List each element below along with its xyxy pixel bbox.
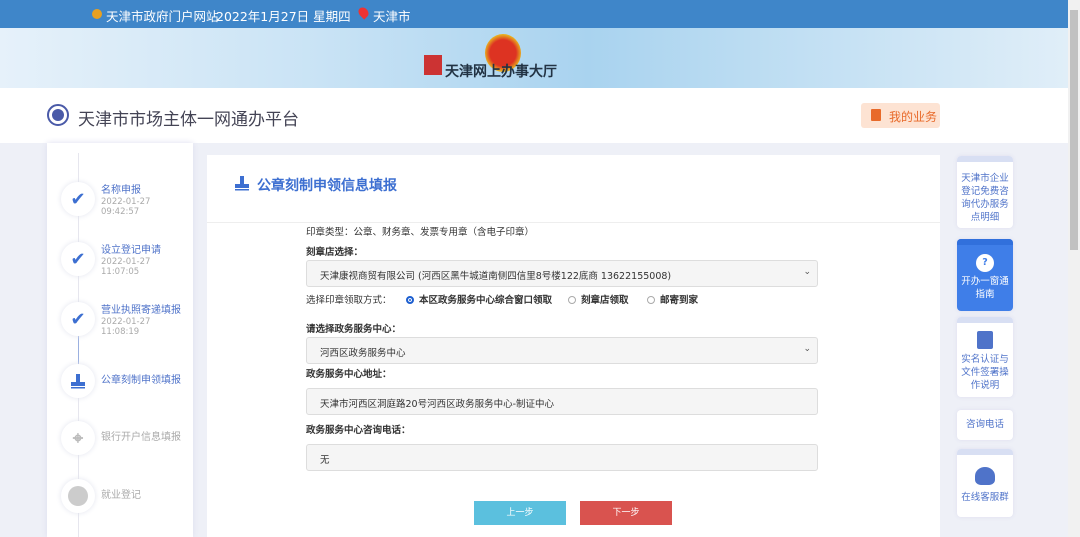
address-label: 政务服务中心地址：: [306, 369, 392, 380]
shop-label: 刻章店选择：: [306, 247, 364, 258]
step-2[interactable]: 设立登记申请 2022-01-27 11:07:05: [101, 245, 161, 277]
city-text[interactable]: 天津市: [373, 6, 411, 25]
stamp-icon: [235, 176, 249, 191]
form-panel: 公章刻制申领信息填报 印章类型：公章、财务章、发票专用章（含电子印章） 刻章店选…: [207, 155, 940, 537]
center-label: 请选择政务服务中心：: [306, 324, 402, 335]
portal-link[interactable]: 天津市政府门户网站: [106, 6, 219, 25]
center-select[interactable]: 河西区政务服务中心 ⌄: [306, 337, 818, 364]
scrollbar-thumb[interactable]: [1070, 10, 1078, 250]
phone-label: 政务服务中心咨询电话：: [306, 425, 411, 436]
location-icon: [356, 5, 371, 20]
pickup-option-mail[interactable]: 邮寄到家: [647, 292, 698, 306]
chevron-down-icon: ⌄: [803, 344, 811, 354]
step-1[interactable]: 名称申报 2022-01-27 09:42:57: [101, 185, 150, 217]
check-icon: ✔: [61, 302, 95, 336]
guide-link[interactable]: ? 开办一窗通指南: [957, 239, 1013, 311]
my-business-button[interactable]: 我的业务: [861, 103, 940, 128]
free-service-link[interactable]: 天津市企业登记免费咨询代办服务点明细: [957, 156, 1013, 228]
scrollbar[interactable]: [1068, 0, 1080, 537]
prev-button[interactable]: 上一步: [474, 501, 566, 525]
step-5[interactable]: 银行开户信息填报: [101, 432, 181, 444]
check-icon: ✔: [61, 182, 95, 216]
document-icon: [871, 109, 881, 121]
shop-select[interactable]: 天津康视商贸有限公司 (河西区黑牛城道南侧四信里8号楼122底商 1362215…: [306, 260, 818, 287]
question-icon: ?: [976, 254, 994, 272]
hall-seal-icon: [424, 55, 442, 75]
step-4[interactable]: 公章刻制申领填报: [101, 375, 181, 387]
address-field[interactable]: 天津市河西区洞庭路20号河西区政务服务中心-制证中心: [306, 388, 818, 415]
banner: 天津网上办事大厅: [0, 28, 1068, 88]
stamp-icon: [61, 364, 95, 398]
next-button[interactable]: 下一步: [580, 501, 672, 525]
service-group-link[interactable]: 在线客服群: [957, 449, 1013, 517]
step-3[interactable]: 营业执照寄递填报 2022-01-27 11:08:19: [101, 305, 181, 337]
phone-field[interactable]: 无: [306, 444, 818, 471]
top-bar: 天津市政府门户网站 2022年1月27日 星期四 天津市: [0, 0, 1068, 28]
date-text: 2022年1月27日 星期四: [216, 9, 351, 24]
my-business-label: 我的业务: [889, 110, 938, 124]
platform-logo-icon: [47, 104, 69, 126]
emblem-icon: [92, 9, 102, 19]
pickup-option-center[interactable]: 本区政务服务中心综合窗口领取: [406, 292, 552, 306]
book-icon: [977, 331, 993, 349]
page-title: 天津市市场主体一网通办平台: [78, 110, 299, 130]
pickup-label: 选择印章领取方式：: [306, 295, 392, 306]
chat-group-icon: [975, 467, 995, 485]
hall-title: 天津网上办事大厅: [445, 64, 557, 80]
form-title: 公章刻制申领信息填报: [257, 178, 397, 194]
briefcase-icon: [61, 479, 95, 513]
map-pin-icon: ⌖: [61, 421, 95, 455]
realname-guide-link[interactable]: 实名认证与文件签署操作说明: [957, 317, 1013, 397]
divider: [207, 222, 940, 223]
steps-sidebar: ✔ 名称申报 2022-01-27 09:42:57 ✔ 设立登记申请 2022-01…: [47, 143, 193, 537]
seal-types-text: 印章类型：公章、财务章、发票专用章（含电子印章）: [306, 227, 535, 238]
pickup-option-shop[interactable]: 刻章店领取: [568, 292, 629, 306]
step-6[interactable]: 就业登记: [101, 490, 141, 502]
hotline-link[interactable]: 咨询电话: [957, 410, 1013, 440]
chevron-down-icon: ⌄: [803, 267, 811, 277]
check-icon: ✔: [61, 242, 95, 276]
